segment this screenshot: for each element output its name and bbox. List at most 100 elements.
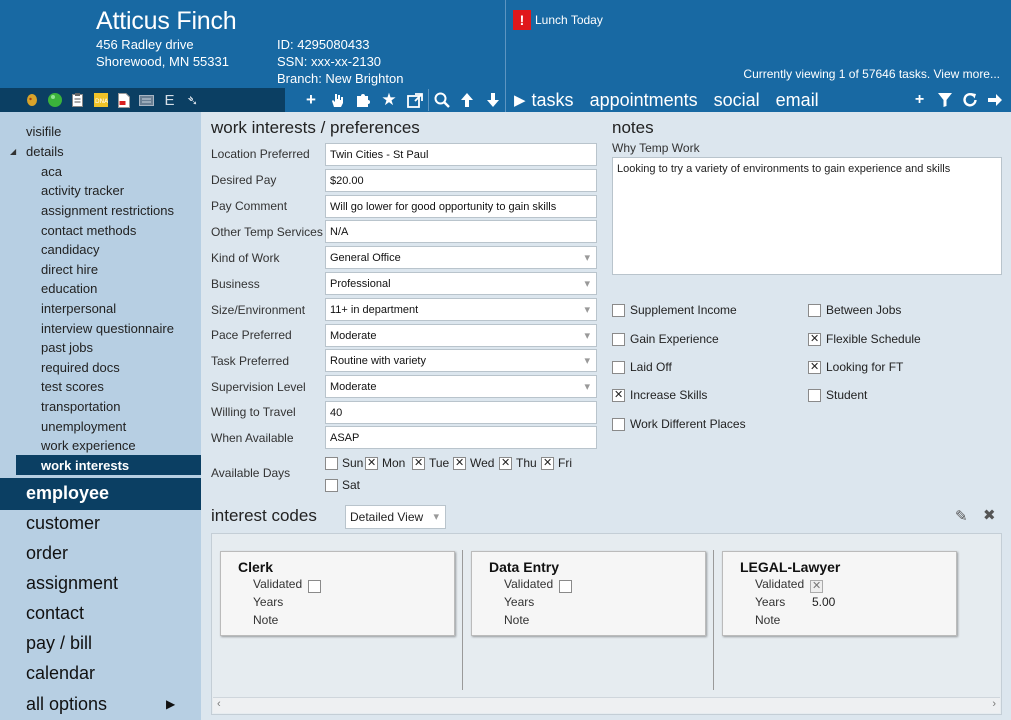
tab-email[interactable]: email <box>776 89 819 111</box>
location-preferred-input[interactable]: Twin Cities - St Paul <box>325 143 597 166</box>
scroll-left-icon[interactable]: ‹ <box>217 698 221 710</box>
day-fri[interactable]: Fri <box>541 456 572 470</box>
day-tue[interactable]: Tue <box>412 456 449 470</box>
interest-code-card[interactable]: LEGAL-Lawyer Validated Years 5.00 Note <box>722 551 957 636</box>
id-card-icon[interactable] <box>135 90 158 110</box>
close-icon[interactable]: ✖ <box>983 506 996 524</box>
check-looking-for-ft[interactable]: Looking for FT <box>808 360 903 374</box>
interest-code-card[interactable]: Clerk Validated Years Note <box>220 551 455 636</box>
day-sun-checkbox[interactable] <box>325 456 338 470</box>
green-ball-icon[interactable] <box>43 90 66 110</box>
sidebar-item-assignment-restrictions[interactable]: assignment restrictions <box>41 203 174 218</box>
refresh-icon[interactable] <box>957 88 982 112</box>
glass-icon[interactable]: ➴ <box>181 90 204 110</box>
dna-icon[interactable]: DNA <box>89 90 112 110</box>
willing-to-travel-input[interactable]: 40 <box>325 401 597 424</box>
check-gain-experience[interactable]: Gain Experience <box>612 332 719 346</box>
checkbox[interactable] <box>612 417 625 431</box>
checkbox[interactable] <box>808 360 821 374</box>
sidebar-item-required-docs[interactable]: required docs <box>41 360 120 375</box>
alert-text[interactable]: Lunch Today <box>535 13 603 27</box>
day-mon-checkbox[interactable] <box>365 456 378 470</box>
e-verify-icon[interactable]: E <box>158 90 181 110</box>
day-thu-checkbox[interactable] <box>499 456 512 470</box>
expand-arrow-icon[interactable]: ▶ <box>166 697 175 711</box>
checkbox[interactable] <box>808 388 821 402</box>
clipboard-icon[interactable] <box>66 90 89 110</box>
day-sun[interactable]: Sun <box>325 456 363 470</box>
check-flexible-schedule[interactable]: Flexible Schedule <box>808 332 921 346</box>
sidebar-item-work-experience[interactable]: work experience <box>41 438 136 453</box>
puzzle-icon[interactable] <box>350 89 376 111</box>
hand-icon[interactable] <box>324 89 350 111</box>
day-thu[interactable]: Thu <box>499 456 537 470</box>
nav-employee[interactable]: employee <box>0 478 201 510</box>
day-mon[interactable]: Mon <box>365 456 405 470</box>
day-fri-checkbox[interactable] <box>541 456 554 470</box>
pay-comment-input[interactable]: Will go lower for good opportunity to ga… <box>325 195 597 218</box>
checkbox[interactable] <box>612 388 625 402</box>
check-supplement-income[interactable]: Supplement Income <box>612 303 737 317</box>
pizza-icon[interactable] <box>20 90 43 110</box>
check-between-jobs[interactable]: Between Jobs <box>808 303 901 317</box>
size-environment-select[interactable]: 11+ in department <box>325 298 597 321</box>
business-select[interactable]: Professional <box>325 272 597 295</box>
tab-tasks[interactable]: tasks <box>532 89 574 111</box>
down-arrow-icon[interactable] <box>480 89 506 111</box>
check-laid-off[interactable]: Laid Off <box>612 360 672 374</box>
sidebar-item-unemployment[interactable]: unemployment <box>41 419 126 434</box>
tab-appointments[interactable]: appointments <box>590 89 698 111</box>
checkbox[interactable] <box>808 303 821 317</box>
sidebar-item-direct-hire[interactable]: direct hire <box>41 262 98 277</box>
alert-item[interactable]: ! Lunch Today <box>513 10 603 30</box>
sidebar-item-contact-methods[interactable]: contact methods <box>41 223 136 238</box>
sidebar-item-interview-questionnaire[interactable]: interview questionnaire <box>41 321 174 336</box>
arrow-right-icon[interactable] <box>982 88 1007 112</box>
nav-calendar[interactable]: calendar <box>26 663 95 684</box>
up-arrow-icon[interactable] <box>454 89 480 111</box>
kind-of-work-select[interactable]: General Office <box>325 246 597 269</box>
other-temp-services-input[interactable]: N/A <box>325 220 597 243</box>
validated-checkbox[interactable] <box>559 580 572 593</box>
day-wed-checkbox[interactable] <box>453 456 466 470</box>
sidebar-item-transportation[interactable]: transportation <box>41 399 121 414</box>
day-sat[interactable]: Sat <box>325 478 360 492</box>
day-tue-checkbox[interactable] <box>412 456 425 470</box>
check-work-different-places[interactable]: Work Different Places <box>612 417 746 431</box>
supervision-level-select[interactable]: Moderate <box>325 375 597 398</box>
filter-icon[interactable] <box>932 88 957 112</box>
validated-checkbox[interactable] <box>308 580 321 593</box>
pdf-doc-icon[interactable] <box>112 90 135 110</box>
viewing-status-link[interactable]: Currently viewing 1 of 57646 tasks. View… <box>743 67 1000 81</box>
add-icon[interactable]: + <box>907 88 932 112</box>
scroll-right-icon[interactable]: › <box>992 698 996 710</box>
sidebar-item-work-interests[interactable]: work interests <box>16 455 201 475</box>
nav-all-options[interactable]: all options <box>26 694 107 715</box>
sidebar-item-aca[interactable]: aca <box>41 164 62 179</box>
nav-assignment[interactable]: assignment <box>26 573 118 594</box>
nav-pay-bill[interactable]: pay / bill <box>26 633 92 654</box>
day-wed[interactable]: Wed <box>453 456 494 470</box>
nav-customer[interactable]: customer <box>26 513 100 534</box>
checkbox[interactable] <box>612 303 625 317</box>
task-preferred-select[interactable]: Routine with variety <box>325 349 597 372</box>
check-increase-skills[interactable]: Increase Skills <box>612 388 707 402</box>
search-icon[interactable] <box>428 89 454 111</box>
desired-pay-input[interactable]: $20.00 <box>325 169 597 192</box>
horizontal-scrollbar[interactable]: ‹ › <box>213 697 1000 713</box>
sidebar-item-details[interactable]: details <box>26 144 64 159</box>
day-sat-checkbox[interactable] <box>325 478 338 492</box>
play-icon[interactable]: ▶ <box>514 91 526 109</box>
sidebar-item-interpersonal[interactable]: interpersonal <box>41 301 116 316</box>
sidebar-item-activity-tracker[interactable]: activity tracker <box>41 183 124 198</box>
external-link-icon[interactable] <box>402 89 428 111</box>
checkbox[interactable] <box>612 332 625 346</box>
checkbox[interactable] <box>808 332 821 346</box>
sidebar-item-test-scores[interactable]: test scores <box>41 379 104 394</box>
why-temp-work-textarea[interactable]: Looking to try a variety of environments… <box>612 157 1002 275</box>
view-mode-select[interactable]: Detailed View <box>345 505 446 529</box>
sidebar-item-candidacy[interactable]: candidacy <box>41 242 100 257</box>
pencil-icon[interactable]: ✎ <box>955 507 968 525</box>
pace-preferred-select[interactable]: Moderate <box>325 324 597 347</box>
checkbox[interactable] <box>612 360 625 374</box>
